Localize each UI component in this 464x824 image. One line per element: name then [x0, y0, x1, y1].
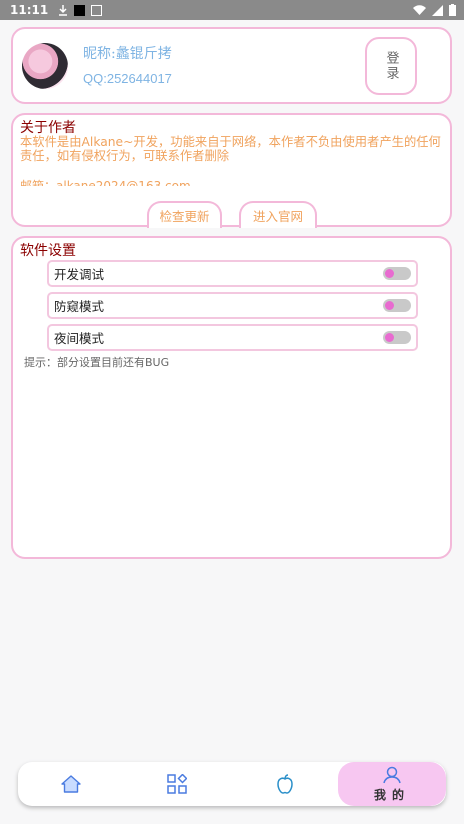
nav-mine-label: 我的 [373, 787, 410, 802]
about-title: 关于作者 [20, 120, 76, 136]
black-square-icon [74, 4, 86, 16]
toggle-knob [385, 333, 394, 342]
user-icon [383, 766, 401, 783]
official-site-button[interactable]: 进入官网 [239, 201, 317, 228]
home-icon [61, 775, 81, 793]
setting-row-night-mode[interactable]: 夜间模式 [47, 324, 418, 351]
nav-apps[interactable] [132, 762, 222, 806]
setting-label: 夜间模式 [54, 331, 105, 346]
app-notification-icon [91, 4, 103, 16]
wifi-icon [413, 4, 426, 15]
settings-hint: 提示：部分设置目前还有BUG [24, 356, 170, 369]
status-icons-right [413, 0, 456, 20]
setting-label: 防窥模式 [54, 299, 105, 314]
bottom-nav: 我的 [18, 762, 446, 806]
about-card: 关于作者 本软件是由Alkane~开发，功能来自于网络，本作者不负由使用者产生的… [11, 113, 452, 227]
check-update-button[interactable]: 检查更新 [147, 201, 222, 228]
settings-title: 软件设置 [20, 243, 76, 259]
status-time: 11:11 [10, 3, 49, 17]
setting-label: 开发调试 [54, 267, 105, 282]
night-mode-toggle[interactable] [383, 331, 411, 344]
toggle-knob [385, 301, 394, 310]
status-icons-left [58, 4, 103, 16]
nav-mine[interactable]: 我的 [338, 762, 446, 806]
status-bar: 11:11 [0, 0, 464, 20]
login-button[interactable]: 登录 [365, 37, 417, 95]
author-email: 邮箱：alkane2024@163.com [20, 179, 191, 186]
apple-icon [277, 774, 293, 794]
anti-peek-toggle[interactable] [383, 299, 411, 312]
about-text: 本软件是由Alkane~开发，功能来自于网络，本作者不负由使用者产生的任何责任，… [20, 135, 441, 163]
nav-home[interactable] [26, 762, 116, 806]
setting-row-anti-peek[interactable]: 防窥模式 [47, 292, 418, 319]
dev-debug-toggle[interactable] [383, 267, 411, 280]
toggle-knob [385, 269, 394, 278]
profile-card: 昵称:蠡锟斤拷 QQ:252644017 登录 [11, 27, 452, 104]
settings-card: 软件设置 开发调试 防窥模式 夜间模式 提示：部分设置目前还有BUG [11, 236, 452, 559]
battery-icon [449, 4, 456, 16]
qq-number: QQ:252644017 [83, 71, 172, 86]
signal-icon [432, 4, 443, 16]
nickname: 昵称:蠡锟斤拷 [83, 46, 172, 62]
apps-grid-icon [167, 774, 187, 794]
nav-apple[interactable] [240, 762, 330, 806]
setting-row-dev-debug[interactable]: 开发调试 [47, 260, 418, 287]
download-icon [59, 4, 68, 16]
avatar[interactable] [22, 43, 68, 89]
